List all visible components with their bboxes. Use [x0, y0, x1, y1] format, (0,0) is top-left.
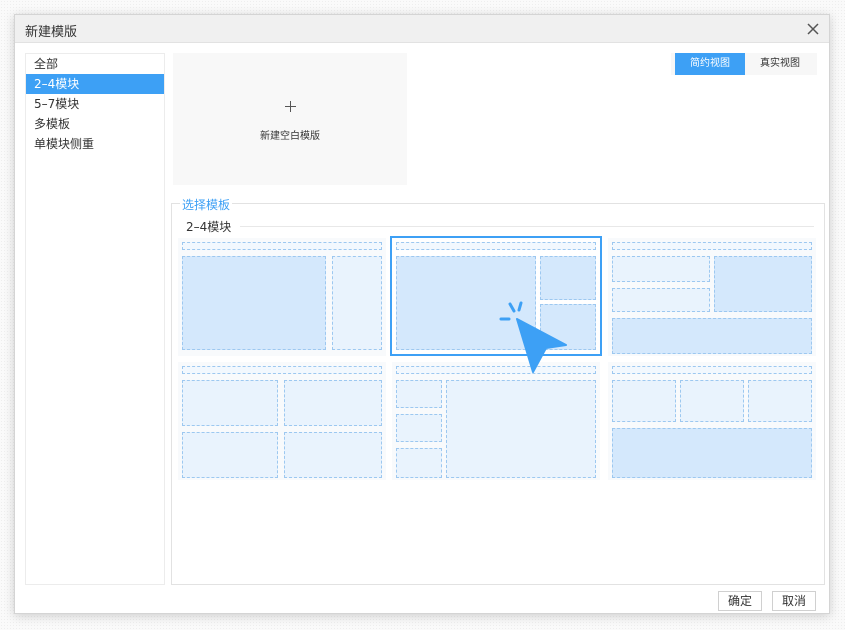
- template-block: [612, 256, 710, 282]
- sidebar-item-label: 5–7模块: [34, 97, 80, 111]
- template-block: [446, 380, 596, 478]
- template-header-block: [396, 242, 596, 250]
- group-title: 2–4模块: [186, 218, 236, 235]
- new-blank-template-label: 新建空白模版: [260, 131, 320, 142]
- template-block: [396, 414, 442, 442]
- template-block: [748, 380, 812, 422]
- sidebar-item-label: 2–4模块: [34, 77, 80, 91]
- template-header-block: [182, 242, 382, 250]
- template-block: [540, 256, 596, 300]
- close-icon[interactable]: [805, 21, 821, 37]
- sidebar-item-label: 多模板: [34, 117, 71, 131]
- template-block: [396, 380, 442, 408]
- template-card-2-selected[interactable]: [390, 236, 602, 356]
- sidebar-item-label: 全部: [34, 57, 59, 71]
- template-block: [612, 288, 710, 312]
- select-template-legend: 选择模板: [180, 196, 233, 213]
- simple-view-button[interactable]: 简约视图: [675, 53, 745, 75]
- new-template-dialog: 新建模版 全部 2–4模块 5–7模块 多模板 单模块侧重 新建空白模版 简约视…: [14, 14, 830, 614]
- template-block: [714, 256, 812, 312]
- new-blank-template-card[interactable]: 新建空白模版: [173, 53, 407, 185]
- template-select-group: 选择模板 2–4模块: [171, 196, 825, 585]
- template-header-block: [612, 242, 812, 250]
- template-block: [612, 318, 812, 354]
- template-header-block: [182, 366, 382, 374]
- category-sidebar: 全部 2–4模块 5–7模块 多模板 单模块侧重: [25, 53, 165, 585]
- template-card-4[interactable]: [178, 362, 386, 480]
- template-card-5[interactable]: [392, 362, 600, 480]
- template-block: [332, 256, 382, 350]
- dialog-titlebar: 新建模版: [15, 15, 829, 43]
- main-panel: 新建空白模版 简约视图 真实视图 选择模板 2–4模块: [171, 53, 825, 585]
- template-block: [182, 432, 278, 478]
- sidebar-item-2-4-modules[interactable]: 2–4模块: [26, 74, 164, 94]
- ok-button[interactable]: 确定: [718, 591, 762, 611]
- sidebar-item-all[interactable]: 全部: [26, 54, 164, 74]
- template-header-block: [612, 366, 812, 374]
- template-card-1[interactable]: [178, 238, 386, 356]
- template-block: [284, 380, 382, 426]
- template-card-6[interactable]: [608, 362, 816, 480]
- sidebar-item-5-7-modules[interactable]: 5–7模块: [26, 94, 164, 114]
- template-block: [182, 256, 326, 350]
- template-block: [680, 380, 744, 422]
- plus-icon: [285, 101, 296, 112]
- template-block: [284, 432, 382, 478]
- sidebar-item-multi-template[interactable]: 多模板: [26, 114, 164, 134]
- dialog-title: 新建模版: [25, 25, 78, 40]
- real-view-button[interactable]: 真实视图: [745, 53, 815, 75]
- template-block: [182, 380, 278, 426]
- sidebar-item-single-module-focus[interactable]: 单模块侧重: [26, 134, 164, 154]
- template-block: [396, 448, 442, 478]
- cancel-button[interactable]: 取消: [772, 591, 816, 611]
- click-cursor-icon: [499, 301, 567, 373]
- template-block: [612, 380, 676, 422]
- template-card-3[interactable]: [608, 238, 816, 356]
- group-divider: [240, 226, 814, 227]
- template-block: [612, 428, 812, 478]
- sidebar-item-label: 单模块侧重: [34, 137, 95, 151]
- view-toggle: 简约视图 真实视图: [671, 53, 817, 75]
